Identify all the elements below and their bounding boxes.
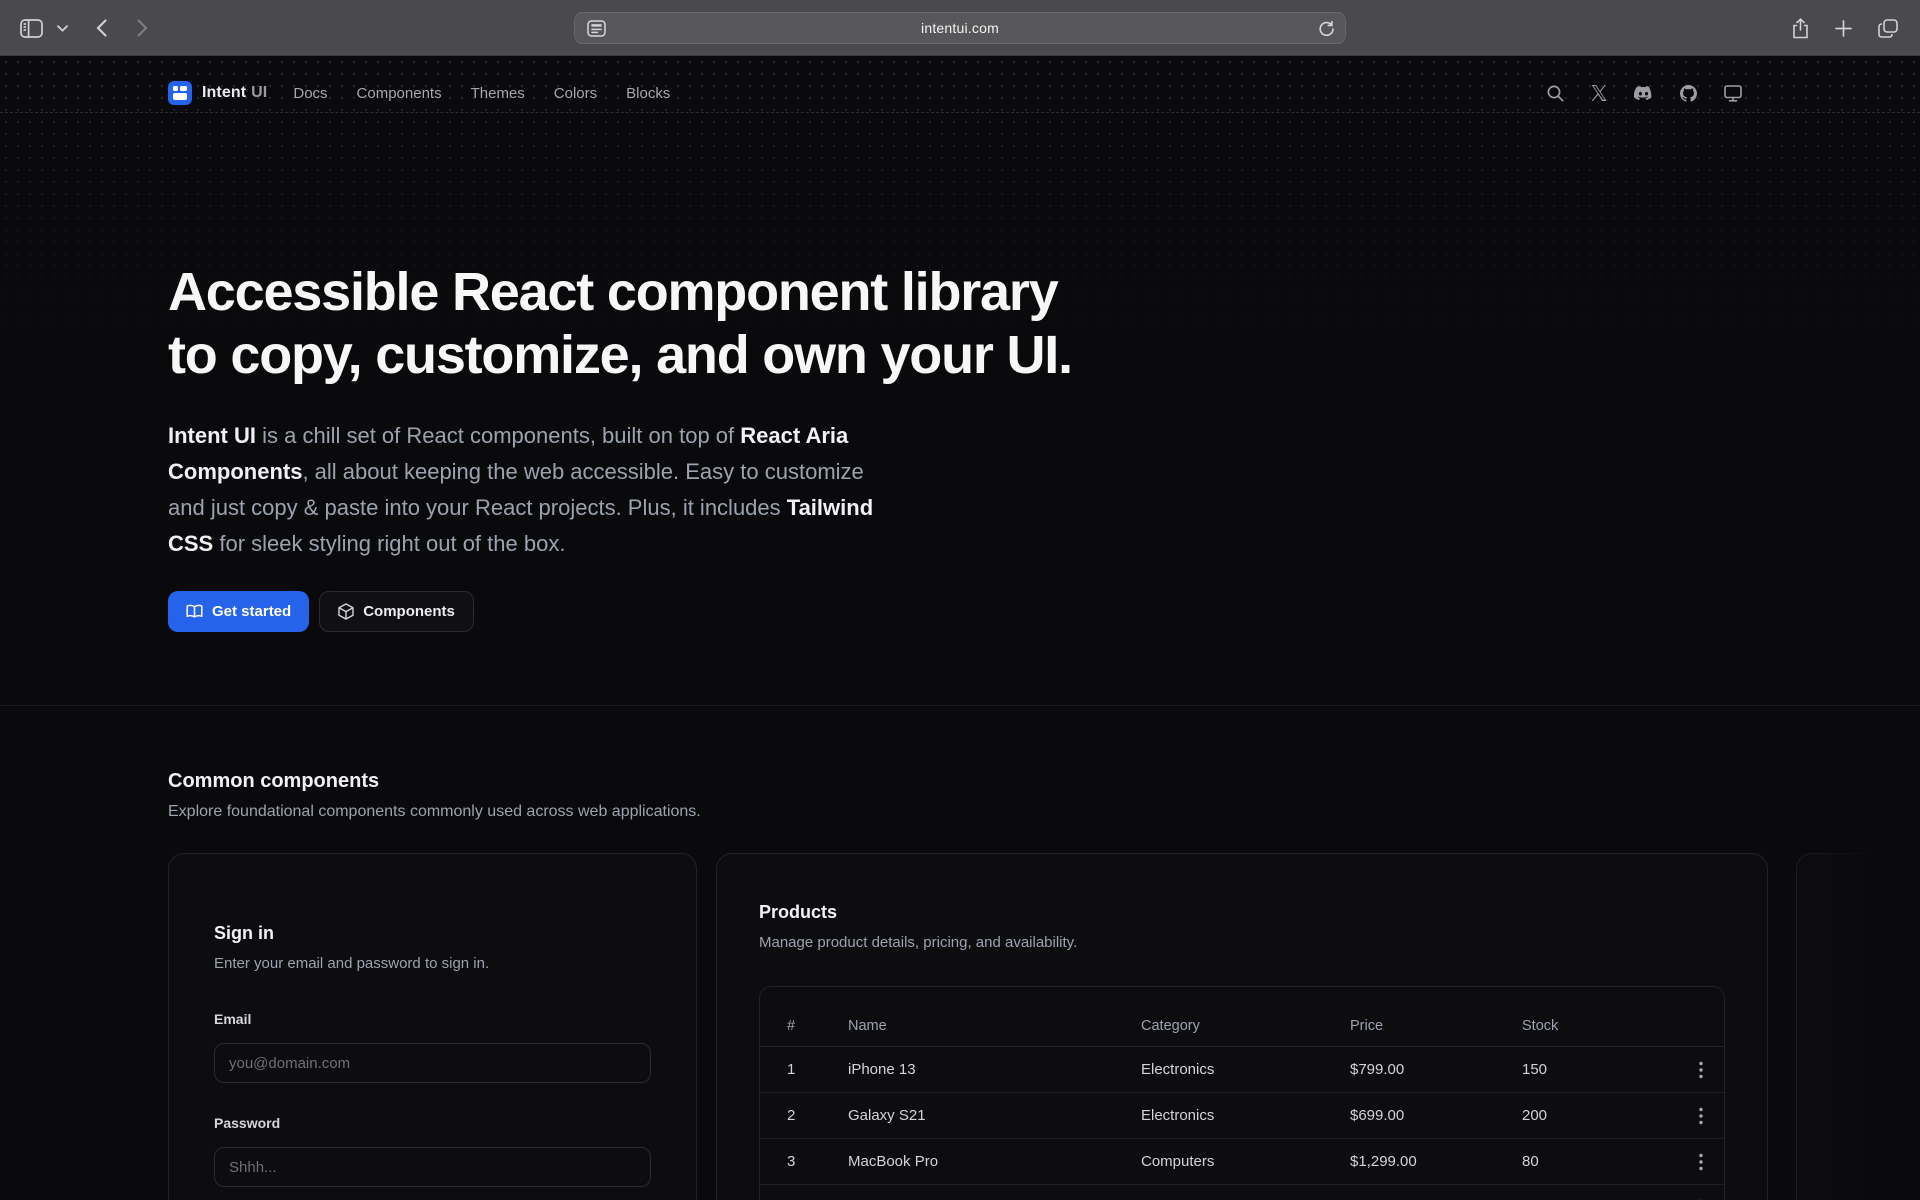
- products-description: Manage product details, pricing, and ava…: [759, 934, 1077, 951]
- chevron-down-icon[interactable]: [57, 25, 68, 32]
- brand[interactable]: Intent UI: [168, 81, 267, 105]
- table-cell: iPhone 13: [848, 1061, 1141, 1078]
- nav-link-blocks[interactable]: Blocks: [626, 85, 670, 102]
- share-icon[interactable]: [1792, 18, 1809, 39]
- table-cell: 150: [1522, 1061, 1690, 1078]
- table-cell: Galaxy S21: [848, 1107, 1141, 1124]
- intent-ui-logo-icon: [168, 81, 192, 105]
- ellipsis-vertical-icon: [1699, 1061, 1703, 1079]
- nav-link-themes[interactable]: Themes: [471, 85, 525, 102]
- row-menu-button[interactable]: [1690, 1153, 1724, 1171]
- nav-link-colors[interactable]: Colors: [554, 85, 597, 102]
- ellipsis-vertical-icon: [1699, 1153, 1703, 1171]
- table-cell: Electronics: [1141, 1107, 1350, 1124]
- theme-display-icon[interactable]: [1724, 85, 1742, 102]
- products-table: #NameCategoryPriceStock1iPhone 13Electro…: [759, 986, 1725, 1200]
- new-tab-icon[interactable]: [1835, 20, 1852, 37]
- github-icon[interactable]: [1680, 85, 1697, 102]
- hero-description: Intent UI is a chill set of React compon…: [168, 418, 873, 562]
- table-cell: $1,299.00: [1350, 1153, 1522, 1170]
- peek-card: [1796, 853, 1920, 1200]
- components-button[interactable]: Components: [319, 591, 474, 632]
- column-header[interactable]: Category: [1141, 1018, 1350, 1034]
- forward-icon[interactable]: [137, 19, 148, 37]
- address-bar[interactable]: intentui.com: [574, 12, 1346, 44]
- section-subtitle: Explore foundational components commonly…: [168, 803, 701, 821]
- column-header[interactable]: #: [787, 1018, 848, 1034]
- url-text: intentui.com: [921, 20, 999, 36]
- nav-link-components[interactable]: Components: [357, 85, 442, 102]
- ellipsis-vertical-icon: [1699, 1107, 1703, 1125]
- signin-description: Enter your email and password to sign in…: [214, 955, 489, 972]
- brand-name-secondary: UI: [251, 84, 267, 101]
- book-open-icon: [186, 604, 203, 619]
- row-menu-button[interactable]: [1690, 1107, 1724, 1125]
- password-field[interactable]: [214, 1147, 651, 1187]
- table-cell: 80: [1522, 1153, 1690, 1170]
- brand-name-primary: Intent: [202, 84, 246, 101]
- sidebar-icon[interactable]: [20, 19, 43, 38]
- section-divider: [0, 705, 1920, 706]
- search-icon[interactable]: [1547, 85, 1564, 102]
- table-row[interactable]: 4Dell XPS 13Accessories$999.0050: [760, 1185, 1724, 1200]
- table-header-row: #NameCategoryPriceStock: [760, 987, 1724, 1047]
- table-cell: 200: [1522, 1107, 1690, 1124]
- table-cell: 2: [787, 1107, 848, 1124]
- browser-chrome: intentui.com: [0, 0, 1920, 56]
- table-cell: 3: [787, 1153, 848, 1170]
- cube-icon: [338, 603, 354, 620]
- x-twitter-icon[interactable]: [1591, 85, 1607, 101]
- password-label: Password: [214, 1115, 280, 1131]
- signin-card: Sign in Enter your email and password to…: [168, 853, 697, 1200]
- column-header[interactable]: Name: [848, 1018, 1141, 1034]
- reload-icon[interactable]: [1318, 20, 1335, 38]
- row-menu-button[interactable]: [1690, 1061, 1724, 1079]
- site-navbar: Intent UI Docs Components Themes Colors Block…: [0, 56, 1920, 113]
- nav-links: Docs Components Themes Colors Blocks: [293, 85, 670, 102]
- table-row[interactable]: 2Galaxy S21Electronics$699.00200: [760, 1093, 1724, 1139]
- table-cell: $799.00: [1350, 1061, 1522, 1078]
- table-cell: 1: [787, 1061, 848, 1078]
- get-started-button[interactable]: Get started: [168, 591, 309, 632]
- column-header[interactable]: Price: [1350, 1018, 1522, 1034]
- table-cell: $699.00: [1350, 1107, 1522, 1124]
- back-icon[interactable]: [96, 19, 107, 37]
- products-title: Products: [759, 902, 837, 923]
- nav-link-docs[interactable]: Docs: [293, 85, 327, 102]
- email-field[interactable]: [214, 1043, 651, 1083]
- signin-title: Sign in: [214, 923, 274, 944]
- reader-icon[interactable]: [587, 20, 606, 37]
- column-header[interactable]: Stock: [1522, 1018, 1690, 1034]
- table-row[interactable]: 1iPhone 13Electronics$799.00150: [760, 1047, 1724, 1093]
- products-card: Products Manage product details, pricing…: [716, 853, 1768, 1200]
- page-content: Intent UI Docs Components Themes Colors Block…: [0, 56, 1920, 1200]
- hero-title: Accessible React component library to co…: [168, 261, 1072, 387]
- tabs-overview-icon[interactable]: [1878, 19, 1898, 38]
- table-cell: Computers: [1141, 1153, 1350, 1170]
- table-cell: MacBook Pro: [848, 1153, 1141, 1170]
- table-row[interactable]: 3MacBook ProComputers$1,299.0080: [760, 1139, 1724, 1185]
- discord-icon[interactable]: [1634, 86, 1653, 101]
- table-cell: Electronics: [1141, 1061, 1350, 1078]
- section-title: Common components: [168, 770, 379, 793]
- email-label: Email: [214, 1011, 251, 1027]
